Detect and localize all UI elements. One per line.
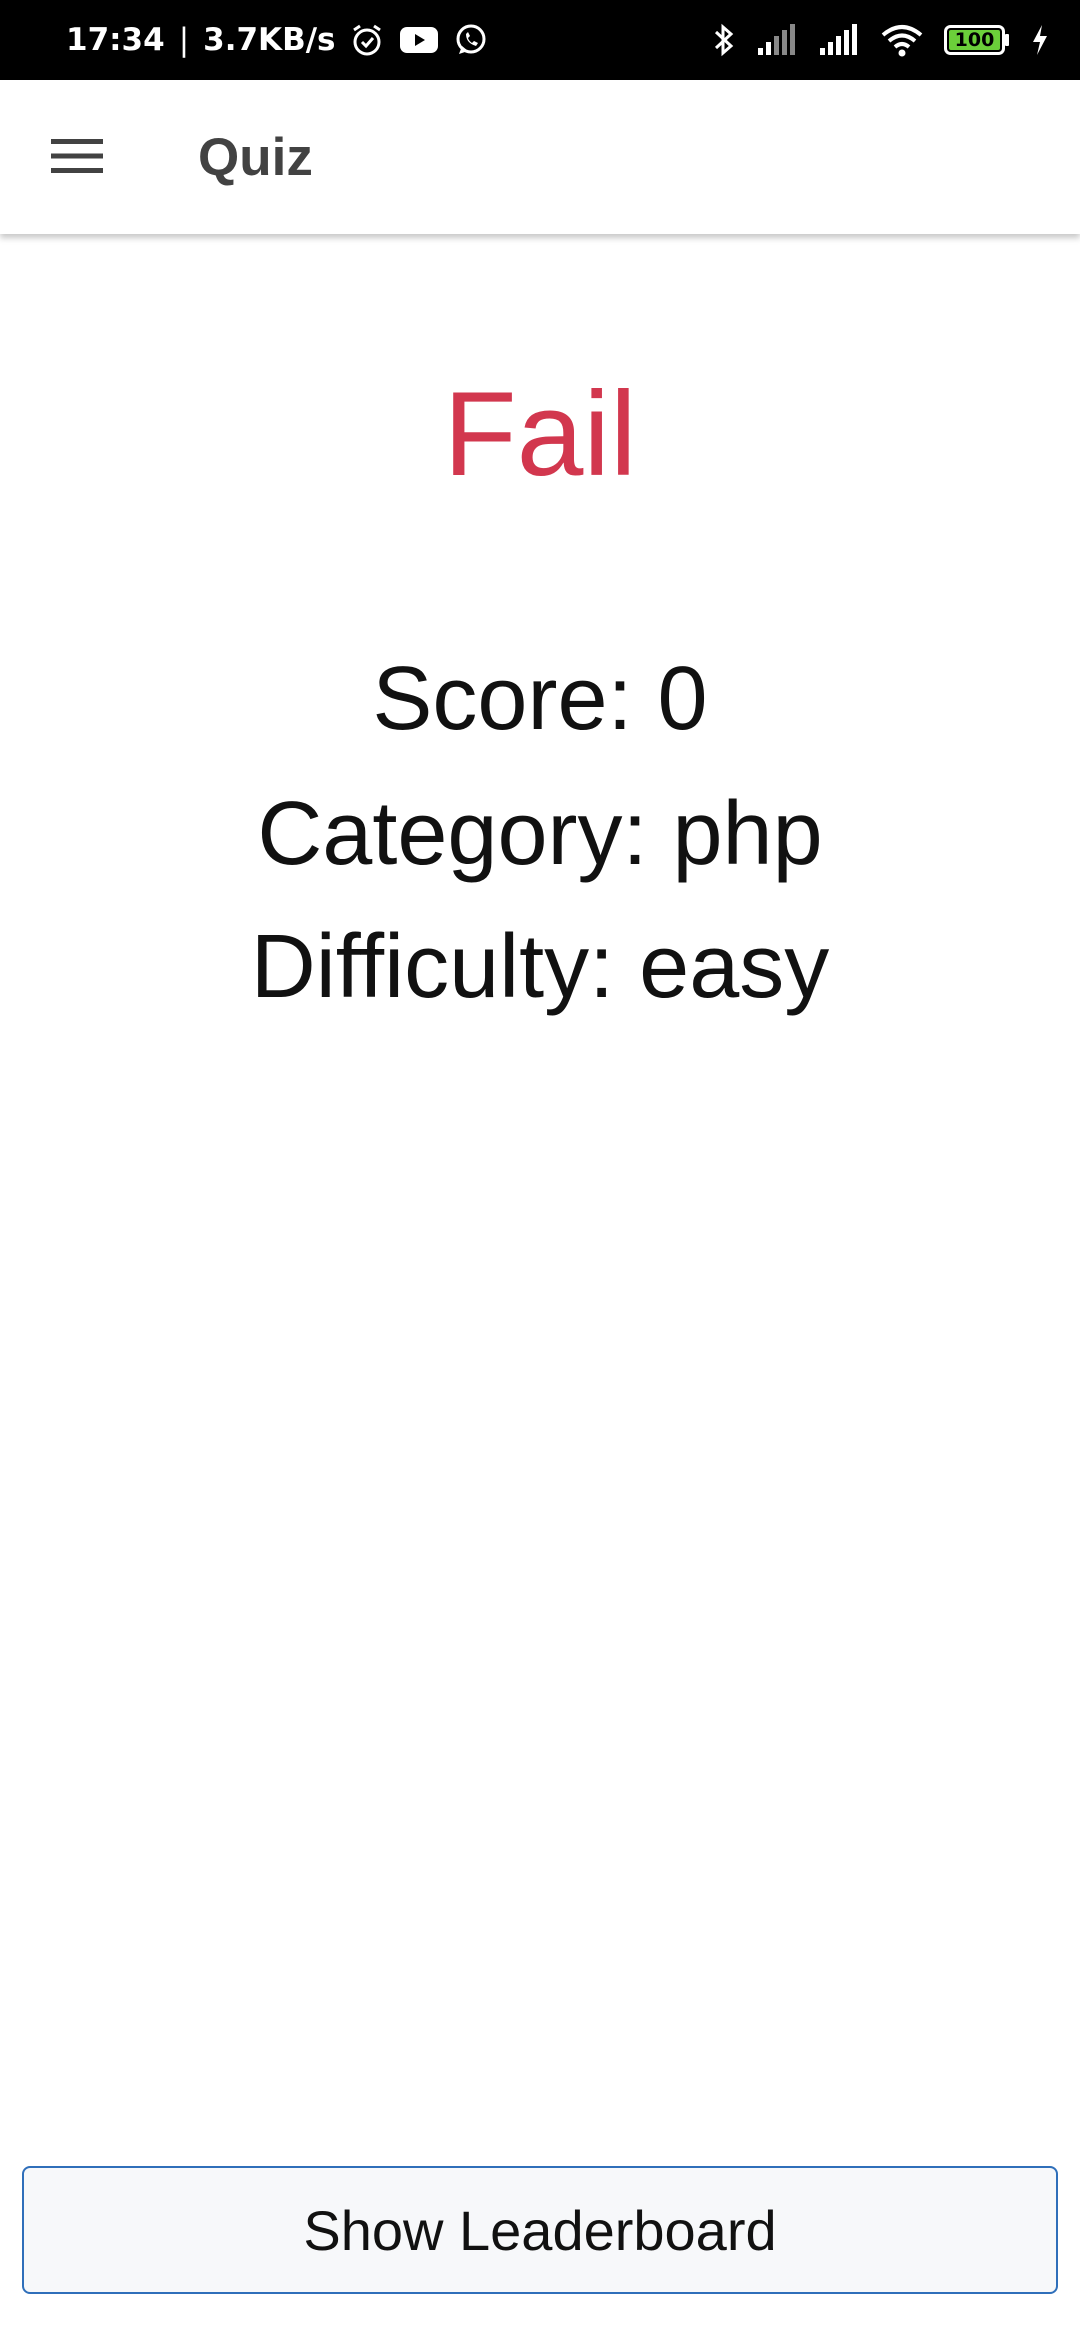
battery-icon: 100 [944,25,1010,55]
youtube-icon [399,25,439,55]
signal-icon [756,24,798,56]
bluetooth-icon [712,22,736,58]
alarm-icon [349,22,385,58]
status-left: 17:34 | 3.7KB/s [66,0,489,80]
status-bar: 17:34 | 3.7KB/s 100 [0,0,1080,80]
status-network-speed: 3.7KB/s [203,22,336,58]
signal-icon-2 [818,24,860,56]
app-bar: Quiz [0,80,1080,234]
status-separator: | [178,22,190,58]
charging-icon [1030,24,1050,56]
quiz-result: Fail Score: 0 Category: php Difficulty: … [0,234,1080,2134]
category-text: Category: php [257,784,823,884]
status-time: 17:34 [66,22,165,58]
battery-level: 100 [954,29,995,51]
status-right: 100 [712,0,1050,80]
wifi-icon [880,23,924,57]
result-status: Fail [443,367,637,501]
whatsapp-icon [453,22,489,58]
app-title: Quiz [198,127,313,187]
show-leaderboard-button[interactable]: Show Leaderboard [22,2166,1058,2294]
hamburger-menu-icon [51,137,103,180]
difficulty-text: Difficulty: easy [250,917,830,1017]
menu-button[interactable] [38,122,116,194]
score-text: Score: 0 [372,649,708,749]
